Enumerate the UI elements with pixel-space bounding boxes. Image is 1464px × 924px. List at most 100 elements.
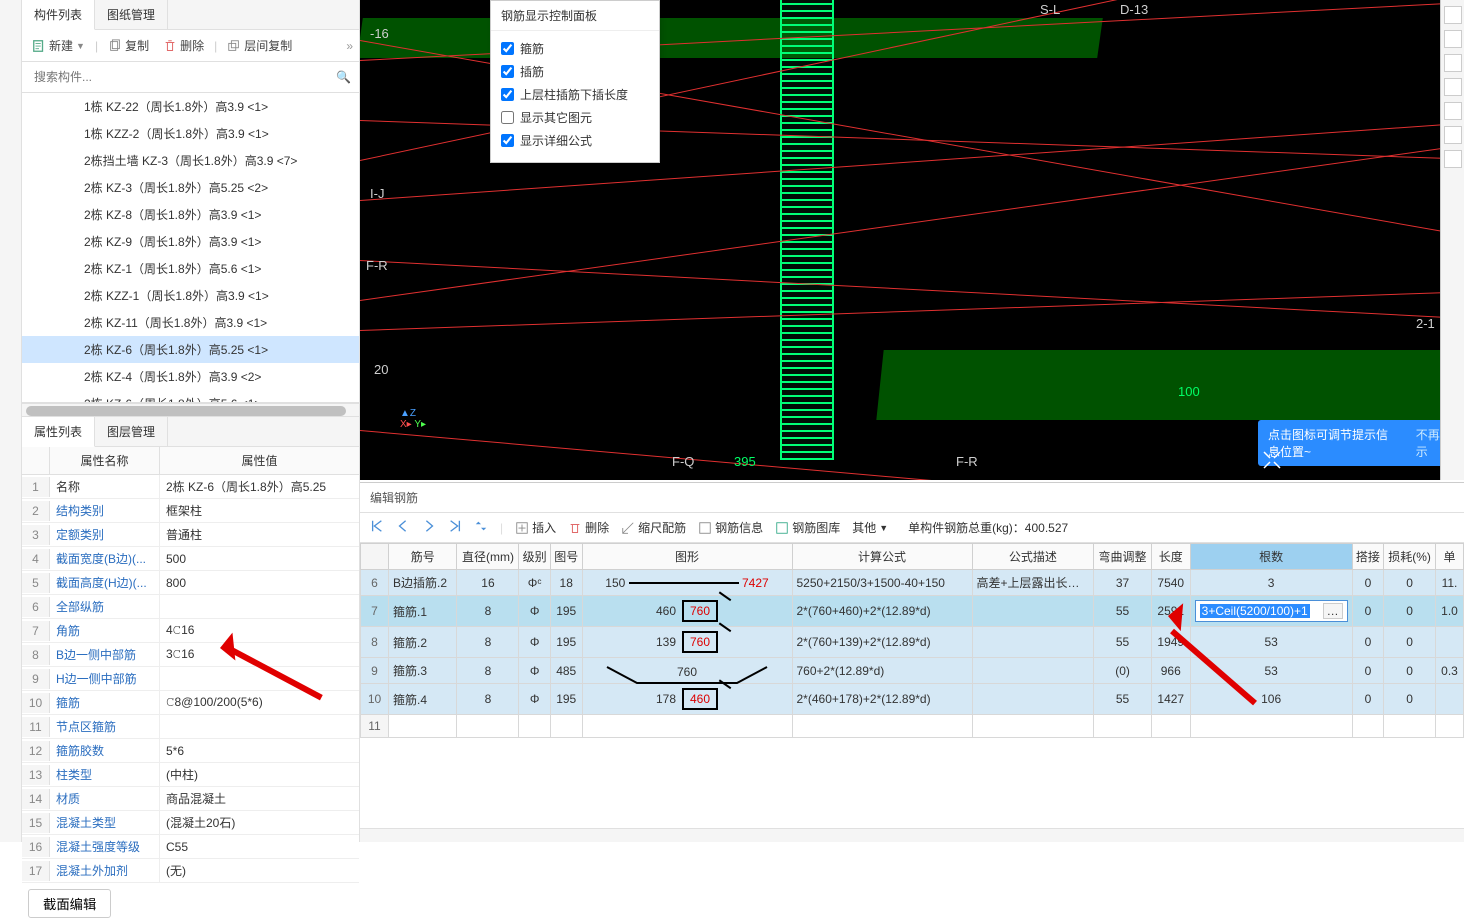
property-row[interactable]: 14材质商品混凝土 [22,787,359,811]
panel-title: 钢筋显示控制面板 [491,1,659,31]
view-front-icon[interactable] [1444,54,1462,72]
property-row[interactable]: 15混凝土类型(混凝土20石) [22,811,359,835]
other-button[interactable]: 其他 ▼ [852,519,888,536]
property-tabs: 属性列表 图层管理 [22,417,359,447]
hint-bubble: 点击图标可调节提示信息位置~ 不再提示 [1258,420,1464,466]
total-weight: 单构件钢筋总重(kg)：400.527 [908,519,1068,536]
property-row[interactable]: 3定额类别普通柱 [22,523,359,547]
col-header[interactable]: 图形 [582,544,792,570]
panel-title: 编辑钢筋 [360,483,1464,513]
view-top-icon[interactable] [1444,102,1462,120]
new-button[interactable]: 新建 ▼ [28,34,89,57]
property-row[interactable]: 11节点区箍筋 [22,715,359,739]
component-item[interactable]: 2栋 KZ-9（周长1.8外）高3.9 <1> [22,228,359,255]
copy-button[interactable]: 复制 [104,34,153,57]
table-row[interactable]: 6B边插筋.216Φᶜ18150 74275250+2150/3+1500-40… [361,570,1464,596]
ellipsis-button[interactable]: … [1323,603,1343,619]
component-item[interactable]: 2栋 KZ-6（周长1.8外）高5.25 <1> [22,336,359,363]
table-row[interactable]: 11 [361,715,1464,738]
search-input[interactable] [30,66,336,88]
col-header[interactable]: 搭接 [1352,544,1384,570]
property-grid: 属性名称 属性值 1名称2栋 KZ-6（周长1.8外）高5.252结构类别框架柱… [22,447,359,883]
property-row[interactable]: 6全部纵筋 [22,595,359,619]
tab-layers[interactable]: 图层管理 [95,417,168,446]
col-header[interactable]: 长度 [1151,544,1190,570]
property-row[interactable]: 7角筋4𝙲16 [22,619,359,643]
section-edit-button[interactable]: 截面编辑 [28,889,111,918]
col-header[interactable]: 计算公式 [792,544,972,570]
count-edit-field[interactable]: 3+Ceil(5200/100)+1… [1195,600,1348,622]
display-option[interactable]: 显示详细公式 [501,129,649,152]
col-header[interactable]: 单 [1436,544,1464,570]
table-row[interactable]: 7箍筋.18Φ1954607602*(760+460)+2*(12.89*d)5… [361,596,1464,627]
viewport-tool-strip [1440,0,1464,480]
display-option[interactable]: 箍筋 [501,37,649,60]
scale-button[interactable]: 缩尺配筋 [621,519,686,536]
col-header[interactable]: 筋号 [389,544,457,570]
tab-drawings[interactable]: 图纸管理 [95,0,168,29]
property-row[interactable]: 5截面高度(H边)(...800 [22,571,359,595]
nav-reorder-icon[interactable] [474,519,488,536]
display-option[interactable]: 显示其它图元 [501,106,649,129]
info-button[interactable]: 钢筋信息 [698,519,763,536]
col-header[interactable]: 直径(mm) [457,544,519,570]
view-2d-icon[interactable] [1444,6,1462,24]
rebar-grid: 筋号直径(mm)级别图号图形计算公式公式描述弯曲调整长度根数搭接损耗(%)单 6… [360,543,1464,738]
col-attr-name: 属性名称 [50,447,160,474]
component-item[interactable]: 2栋 KZ-3（周长1.8外）高5.25 <2> [22,174,359,201]
floor-copy-button[interactable]: 层间复制 [223,34,296,57]
nav-first-icon[interactable] [370,519,384,536]
tab-components[interactable]: 构件列表 [22,0,95,30]
view-fit-icon[interactable] [1444,150,1462,168]
display-option[interactable]: 上层柱插筋下插长度 [501,83,649,106]
display-option[interactable]: 插筋 [501,60,649,83]
component-item[interactable]: 2栋 KZ-11（周长1.8外）高3.9 <1> [22,309,359,336]
toolbar-more-icon[interactable]: » [346,39,353,53]
col-header[interactable]: 损耗(%) [1384,544,1436,570]
table-row[interactable]: 10箍筋.48Φ1951784602*(460+178)+2*(12.89*d)… [361,684,1464,715]
table-row[interactable]: 8箍筋.28Φ1951397602*(760+139)+2*(12.89*d)5… [361,627,1464,658]
property-row[interactable]: 12箍筋胶数5*6 [22,739,359,763]
property-row[interactable]: 16混凝土强度等级C55 [22,835,359,859]
tab-attributes[interactable]: 属性列表 [22,417,95,447]
col-header[interactable]: 公式描述 [972,544,1094,570]
bottom-scrollbar[interactable] [360,828,1464,842]
col-header[interactable]: 弯曲调整 [1094,544,1152,570]
view-cube-icon[interactable] [1444,30,1462,48]
table-row[interactable]: 9箍筋.38Φ485760760+2*(12.89*d)(0)96653000.… [361,658,1464,684]
nav-last-icon[interactable] [448,519,462,536]
property-row[interactable]: 2结构类别框架柱 [22,499,359,523]
component-item[interactable]: 2栋挡土墙 KZ-3（周长1.8外）高3.9 <7> [22,147,359,174]
property-row[interactable]: 17混凝土外加剂(无) [22,859,359,883]
view-side-icon[interactable] [1444,78,1462,96]
hint-target-icon[interactable] [1260,448,1284,472]
component-item[interactable]: 2栋 KZ-6（周长1.8外）高5.6 <1> [22,390,359,403]
delete-button[interactable]: 删除 [568,519,609,536]
nav-next-icon[interactable] [422,519,436,536]
view-iso-icon[interactable] [1444,126,1462,144]
horizontal-scrollbar[interactable] [22,403,359,417]
component-item[interactable]: 1栋 KZZ-2（周长1.8外）高3.9 <1> [22,120,359,147]
col-header[interactable]: 图号 [550,544,582,570]
property-row[interactable]: 1名称2栋 KZ-6（周长1.8外）高5.25 [22,475,359,499]
component-item[interactable]: 2栋 KZ-8（周长1.8外）高3.9 <1> [22,201,359,228]
col-header[interactable]: 级别 [519,544,551,570]
insert-button[interactable]: 插入 [515,519,556,536]
library-button[interactable]: 钢筋图库 [775,519,840,536]
component-item[interactable]: 2栋 KZ-4（周长1.8外）高3.9 <2> [22,363,359,390]
rebar-edit-panel: 编辑钢筋 | 插入 删除 缩尺配筋 钢筋信息 钢筋图库 其他 ▼ 单构件钢筋总重… [360,482,1464,842]
property-row[interactable]: 4截面宽度(B边)(...500 [22,547,359,571]
component-toolbar: 新建 ▼ | 复制 删除 | 层间复制 » [22,30,359,62]
nav-prev-icon[interactable] [396,519,410,536]
component-item[interactable]: 2栋 KZZ-1（周长1.8外）高3.9 <1> [22,282,359,309]
component-list: 1栋 KZ-22（周长1.8外）高3.9 <1>1栋 KZZ-2（周长1.8外）… [22,93,359,403]
rebar-toolbar: | 插入 删除 缩尺配筋 钢筋信息 钢筋图库 其他 ▼ 单构件钢筋总重(kg)：… [360,513,1464,543]
search-icon[interactable]: 🔍 [336,70,351,84]
col-header[interactable]: 根数 [1190,544,1352,570]
property-row[interactable]: 13柱类型(中柱) [22,763,359,787]
property-row[interactable]: 8B边一侧中部筋3𝙲16 [22,643,359,667]
delete-button[interactable]: 删除 [159,34,208,57]
component-item[interactable]: 1栋 KZ-22（周长1.8外）高3.9 <1> [22,93,359,120]
component-item[interactable]: 2栋 KZ-1（周长1.8外）高5.6 <1> [22,255,359,282]
axis-gizmo: ▲Z X▸ Y▸ [400,408,426,430]
